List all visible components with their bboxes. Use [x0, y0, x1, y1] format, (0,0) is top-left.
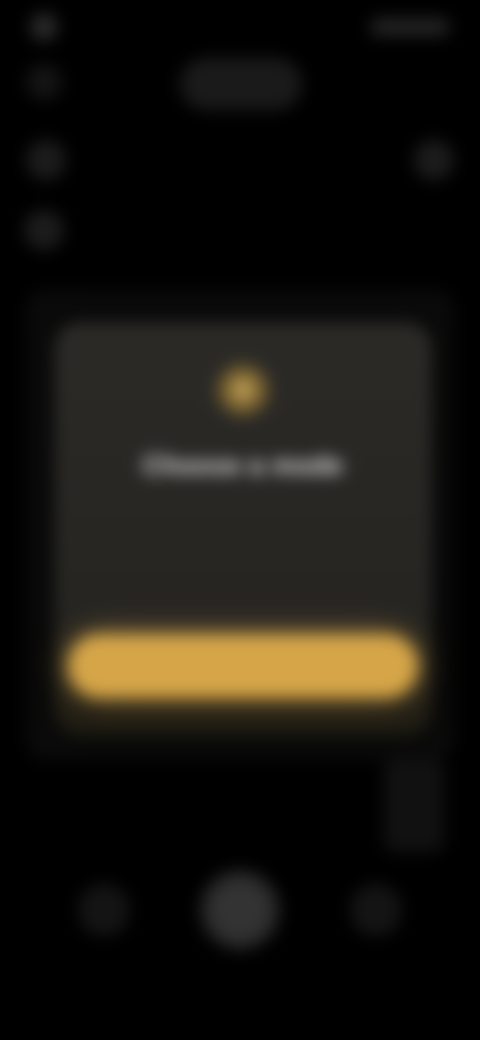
status-indicators — [370, 18, 450, 36]
side-thumbnail[interactable] — [384, 760, 444, 852]
flash-icon[interactable] — [26, 140, 66, 180]
status-bar — [30, 10, 450, 44]
status-right — [370, 18, 450, 36]
mode-pill[interactable] — [180, 58, 302, 110]
status-left — [30, 13, 68, 41]
gear-icon[interactable] — [414, 140, 454, 180]
lock-icon: ✦ — [215, 362, 271, 418]
status-dot-icon — [30, 13, 58, 41]
bottom-control-bar — [0, 860, 480, 960]
grid-icon[interactable] — [24, 210, 64, 250]
shutter-button[interactable] — [200, 870, 280, 950]
mode-dialog: ✦ Choose a mode — [54, 322, 432, 736]
flip-camera-icon[interactable] — [350, 884, 402, 936]
camera-screen: ✦ Choose a mode — [0, 0, 480, 1040]
dialog-confirm-button[interactable] — [68, 634, 418, 698]
back-icon[interactable] — [26, 64, 62, 100]
dialog-title: Choose a mode — [142, 450, 344, 480]
shutter-icon — [211, 881, 269, 939]
image-icon[interactable] — [78, 884, 130, 936]
